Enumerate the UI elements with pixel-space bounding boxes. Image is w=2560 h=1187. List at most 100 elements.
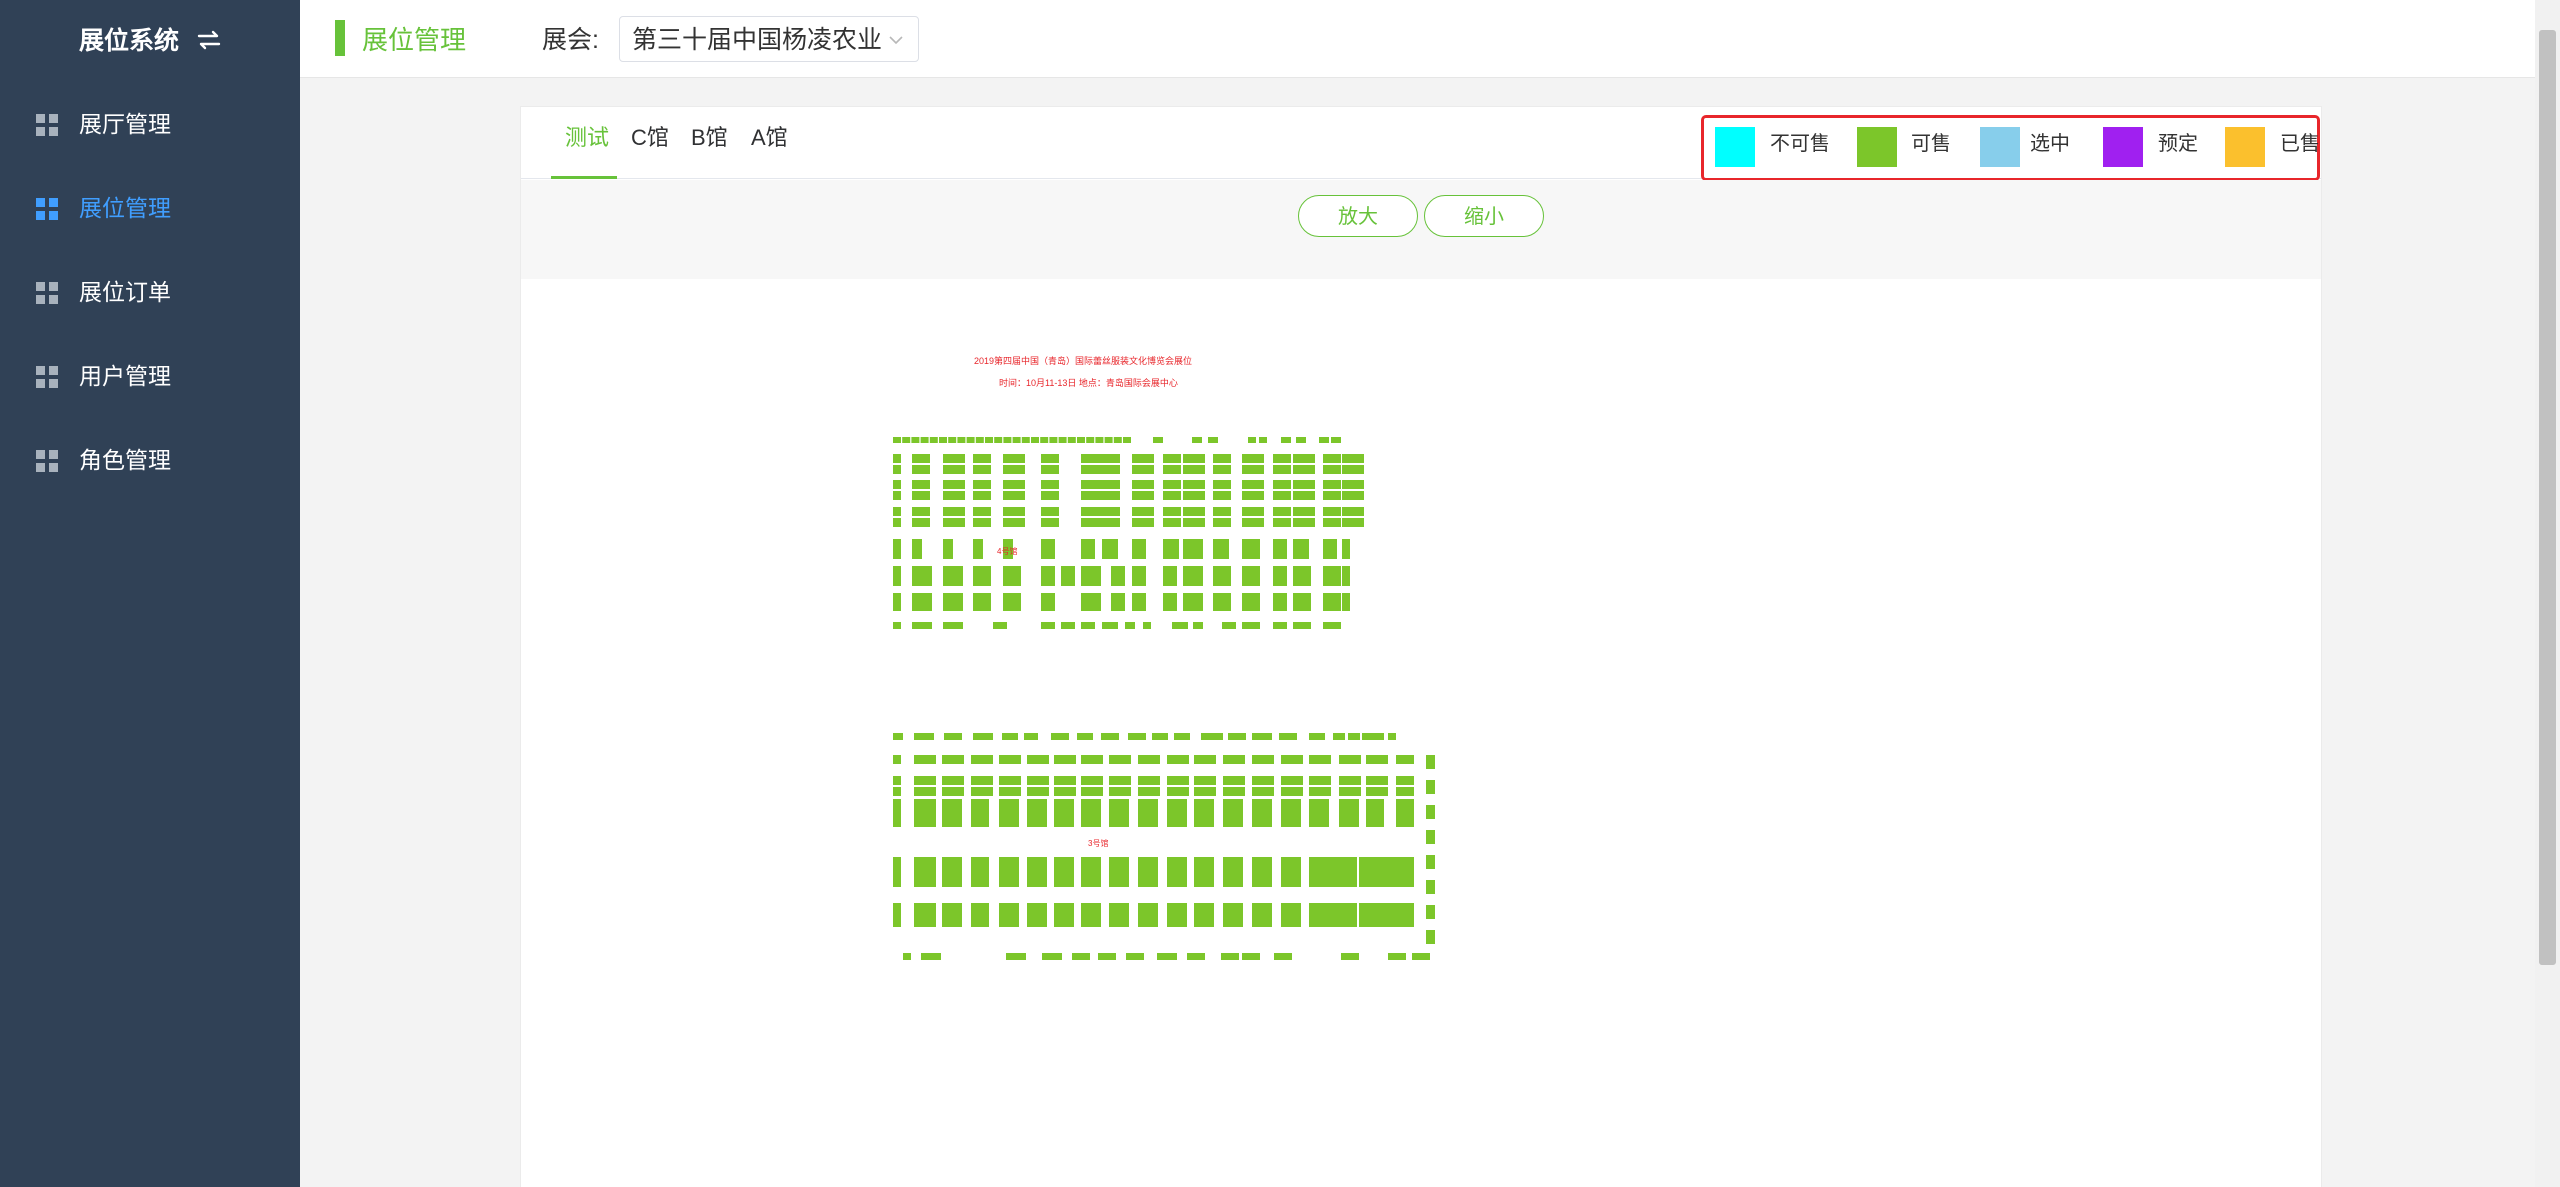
booth[interactable] [1342,518,1364,527]
booth[interactable] [1054,755,1076,764]
booth[interactable] [999,799,1019,827]
booth[interactable] [893,593,901,611]
booth[interactable] [948,437,957,443]
booth[interactable] [1242,454,1264,463]
booth[interactable] [1213,465,1231,474]
booth[interactable] [973,566,991,586]
booth[interactable] [1102,622,1118,629]
sidebar-toggle-icon[interactable] [194,25,224,55]
booth[interactable] [1132,491,1154,500]
booth[interactable] [1323,622,1341,629]
booth[interactable] [1003,437,1012,443]
booth[interactable] [1042,953,1062,960]
booth[interactable] [1223,755,1245,764]
booth[interactable] [912,518,930,527]
booth[interactable] [1293,622,1311,629]
booth[interactable] [1293,507,1315,516]
booth[interactable] [1081,622,1095,629]
booth[interactable] [1339,787,1361,796]
booth[interactable] [1323,465,1341,474]
booth[interactable] [1339,755,1361,764]
booth[interactable] [1426,855,1435,869]
booth[interactable] [1167,776,1189,785]
booth[interactable] [1183,539,1203,559]
booth[interactable] [1323,566,1341,586]
booth[interactable] [1213,454,1231,463]
booth[interactable] [1342,480,1364,489]
booth[interactable] [1081,465,1103,474]
booth[interactable] [973,539,983,559]
booth[interactable] [1194,903,1214,927]
booth[interactable] [893,437,901,443]
booth[interactable] [1323,507,1341,516]
booth[interactable] [1192,437,1202,443]
booth[interactable] [893,755,901,764]
booth[interactable] [1252,755,1274,764]
booth[interactable] [973,465,991,474]
booth[interactable] [1003,465,1025,474]
booth[interactable] [1426,905,1435,919]
booth[interactable] [1252,799,1272,827]
booth[interactable] [1274,953,1292,960]
exhibition-select[interactable]: 第三十届中国杨凌农业 [619,16,919,62]
booth[interactable] [1109,755,1131,764]
booth[interactable] [1213,518,1231,527]
booth[interactable] [912,566,932,586]
booth[interactable] [1040,437,1049,443]
booth[interactable] [1152,733,1168,740]
booth[interactable] [912,539,922,559]
booth[interactable] [1183,465,1205,474]
sidebar-item-booth-management[interactable]: 展位管理 [0,166,300,250]
booth[interactable] [943,480,965,489]
booth[interactable] [1242,518,1264,527]
booth[interactable] [1426,930,1435,944]
booth[interactable] [1273,566,1287,586]
booth[interactable] [1388,953,1406,960]
booth[interactable] [1323,539,1337,559]
booth[interactable] [1293,480,1315,489]
booth[interactable] [1323,593,1341,611]
booth[interactable] [975,437,984,443]
booth[interactable] [1426,780,1435,794]
booth[interactable] [1252,857,1272,887]
booth[interactable] [893,857,901,887]
booth[interactable] [1102,491,1120,500]
booth[interactable] [1187,953,1205,960]
booth[interactable] [1163,465,1181,474]
booth[interactable] [1054,787,1076,796]
booth[interactable] [1242,539,1260,559]
sidebar-item-user-management[interactable]: 用户管理 [0,334,300,418]
booth[interactable] [1157,953,1177,960]
booth[interactable] [1138,903,1158,927]
booth[interactable] [1242,507,1264,516]
booth[interactable] [999,776,1021,785]
tab-test[interactable]: 测试 [565,107,609,179]
booth[interactable] [1281,755,1303,764]
booth[interactable] [1396,857,1414,887]
booth[interactable] [1213,491,1231,500]
booth[interactable] [903,953,911,960]
booth[interactable] [999,903,1019,927]
booth[interactable] [1081,454,1103,463]
booth[interactable] [1396,799,1414,827]
booth[interactable] [1072,953,1090,960]
booth[interactable] [973,518,991,527]
booth[interactable] [1223,787,1245,796]
booth[interactable] [1193,622,1203,629]
booth[interactable] [912,465,930,474]
booth[interactable] [1426,755,1435,769]
booth[interactable] [1081,799,1101,827]
booth[interactable] [1183,480,1205,489]
booth[interactable] [942,755,964,764]
booth[interactable] [1194,799,1214,827]
booth[interactable] [1163,539,1179,559]
zoom-out-button[interactable]: 缩小 [1424,195,1544,237]
booth[interactable] [1132,480,1154,489]
booth[interactable] [1167,799,1187,827]
booth[interactable] [1309,776,1331,785]
booth[interactable] [1163,566,1177,586]
booth[interactable] [1167,857,1187,887]
booth[interactable] [942,857,962,887]
booth[interactable] [1132,465,1154,474]
booth[interactable] [912,622,932,629]
